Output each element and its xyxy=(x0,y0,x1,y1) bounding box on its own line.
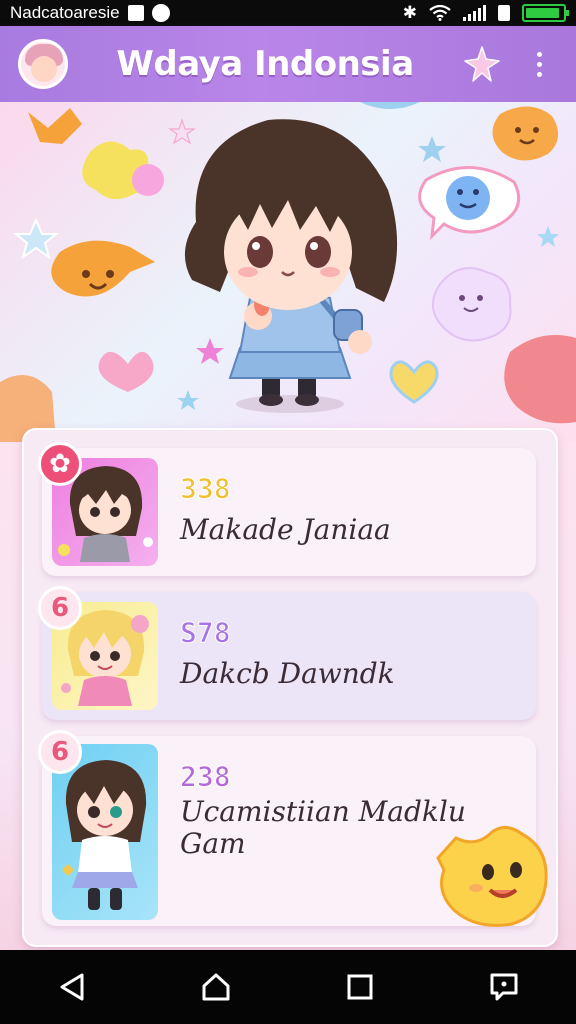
rank-badge: 6 xyxy=(38,586,82,630)
sim-icon xyxy=(498,5,510,21)
rank-badge: ✿ xyxy=(38,442,82,486)
orange-face-icon xyxy=(492,106,559,161)
feedback-icon[interactable] xyxy=(474,957,534,1017)
wifi-icon xyxy=(429,5,451,21)
notification-icon xyxy=(127,5,144,21)
score-value: 238 xyxy=(180,760,232,794)
pink-heart-icon xyxy=(98,351,154,392)
pink-blob-icon xyxy=(132,164,164,196)
player-name: Makade Janiaa xyxy=(180,513,391,546)
score-value: 338 xyxy=(180,472,232,506)
blue-star-small-icon xyxy=(418,136,446,162)
orange-bow-icon xyxy=(28,108,82,144)
home-icon[interactable] xyxy=(186,957,246,1017)
small-star-icon xyxy=(168,118,196,145)
leaderboard-row[interactable]: ✿ 338 Makade Janiaa xyxy=(38,442,536,576)
more-vert-icon[interactable] xyxy=(526,44,552,84)
signal-icon xyxy=(463,5,486,21)
system-nav-bar xyxy=(0,950,576,1024)
battery-icon xyxy=(522,4,569,22)
hero-scene xyxy=(0,102,576,442)
blue-arc-icon xyxy=(360,102,420,109)
rank-badge: 6 xyxy=(38,730,82,774)
sync-icon xyxy=(151,4,170,22)
recents-square-icon[interactable] xyxy=(330,957,390,1017)
yellow-star-mascot-icon xyxy=(436,826,548,927)
app-title: Wdaya Indonsia xyxy=(116,44,414,84)
red-blob-icon xyxy=(504,335,576,424)
app-bar: Wdaya Indonsia xyxy=(0,26,576,102)
player-name: Dakcb Dawndk xyxy=(180,657,395,690)
lilac-ghost-icon xyxy=(432,267,512,342)
yellow-heart-icon xyxy=(389,360,439,404)
avatar-icon[interactable] xyxy=(18,39,68,89)
carrier-text: Nadcatoaresie xyxy=(10,3,120,22)
sparkle-star-icon[interactable] xyxy=(462,44,502,84)
tiny-blue-star-icon xyxy=(177,390,199,410)
bluetooth-icon: ✱ xyxy=(402,3,417,22)
blue-star-icon xyxy=(13,217,59,260)
leaderboard-row[interactable]: 6 S78 Dakcb Dawndk xyxy=(38,586,536,720)
star-right-icon xyxy=(537,226,559,247)
score-value: S78 xyxy=(180,616,232,650)
magenta-star-icon xyxy=(196,338,224,364)
blue-smile-icon xyxy=(446,176,490,220)
chibi-girl-character xyxy=(184,119,398,413)
status-bar: Nadcatoaresie ✱ xyxy=(0,0,576,26)
hero-illustration xyxy=(0,102,576,442)
back-triangle-icon[interactable] xyxy=(42,957,102,1017)
